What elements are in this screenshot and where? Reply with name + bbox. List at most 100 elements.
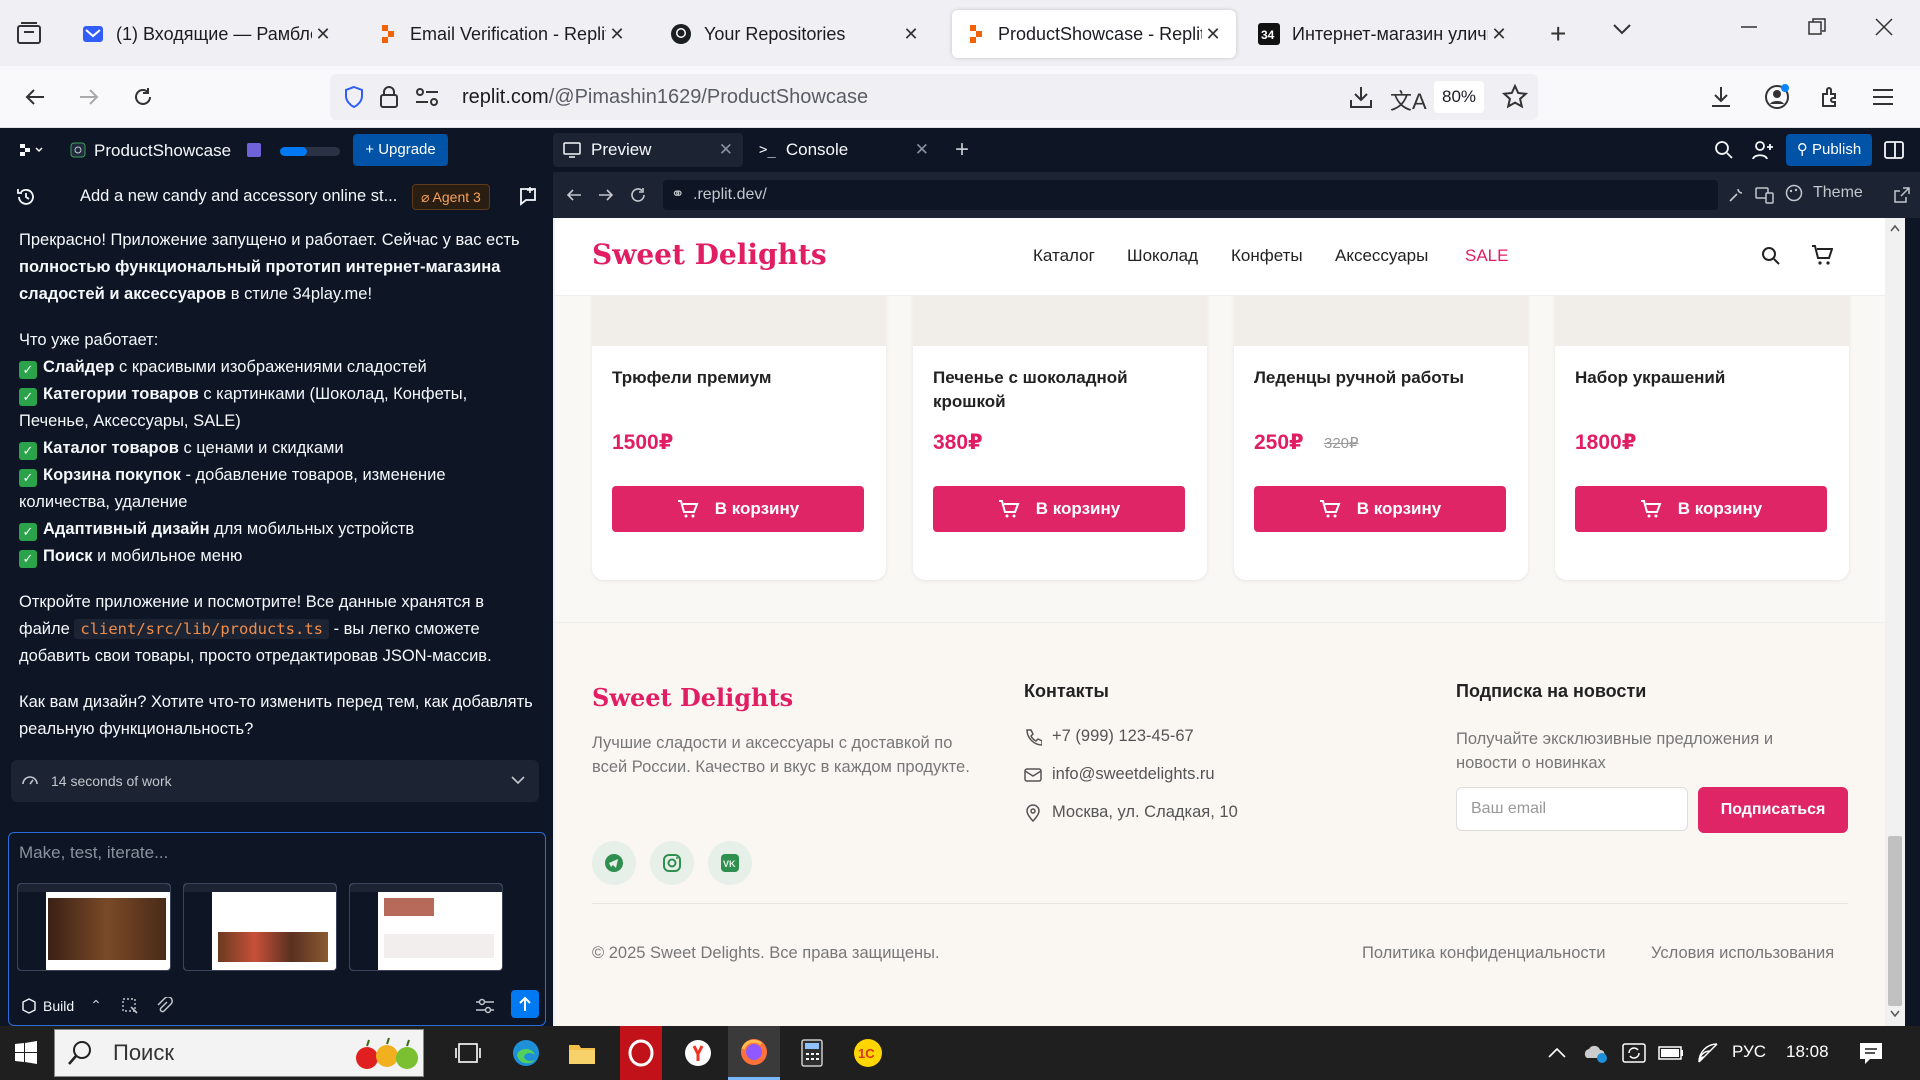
nav-chocolate[interactable]: Шоколад: [1127, 246, 1198, 266]
opera-icon[interactable]: [620, 1026, 662, 1080]
open-new-window-icon[interactable]: [1893, 186, 1911, 204]
close-tab-icon[interactable]: ✕: [719, 140, 733, 160]
notifications-icon[interactable]: [1858, 1040, 1884, 1066]
project-name[interactable]: ProductShowcase: [94, 141, 231, 161]
browser-tab-mail[interactable]: (1) Входящие — Рамблер/почта ✕: [70, 10, 346, 58]
restore-icon[interactable]: [1808, 18, 1826, 36]
product-card[interactable]: Трюфели премиум 1500₽ В корзину: [592, 256, 886, 580]
terms-link[interactable]: Условия использования: [1651, 941, 1834, 965]
bookmark-star-icon[interactable]: [1502, 84, 1528, 110]
firefox-icon[interactable]: [728, 1026, 780, 1080]
keyboard-language[interactable]: РУС: [1732, 1042, 1766, 1062]
tab-list-icon[interactable]: [14, 18, 44, 48]
back-icon[interactable]: [18, 80, 52, 114]
save-page-icon[interactable]: [1348, 84, 1374, 110]
address-bar[interactable]: replit.com/@Pimashin1629/ProductShowcase…: [330, 74, 1538, 120]
clock-time[interactable]: 18:08: [1786, 1042, 1829, 1062]
devices-icon[interactable]: [1755, 186, 1775, 204]
close-tab-icon[interactable]: ✕: [1488, 24, 1510, 45]
nav-catalog[interactable]: Каталог: [1033, 246, 1095, 266]
publish-button[interactable]: ⚲ Publish: [1786, 134, 1872, 166]
devtools-icon[interactable]: [1727, 186, 1745, 204]
cart-icon[interactable]: [1811, 244, 1833, 266]
reload-icon[interactable]: [126, 80, 160, 114]
browser-tab-productshowcase[interactable]: ProductShowcase - Replit ✕: [952, 10, 1236, 58]
windows-start-icon[interactable]: [14, 1041, 38, 1065]
nav-sale[interactable]: SALE: [1465, 246, 1508, 266]
add-tab-icon[interactable]: +: [955, 136, 969, 164]
forward-icon[interactable]: [72, 80, 106, 114]
send-button[interactable]: [511, 990, 539, 1018]
sync-icon[interactable]: [1622, 1042, 1646, 1064]
browser-tab-repositories[interactable]: Your Repositories ✕: [658, 10, 934, 58]
instagram-icon[interactable]: [650, 841, 694, 885]
nav-accessories[interactable]: Аксессуары: [1335, 246, 1428, 266]
close-tab-icon[interactable]: ✕: [606, 24, 628, 45]
close-tab-icon[interactable]: ✕: [312, 24, 334, 45]
contact-phone[interactable]: +7 (999) 123-45-67: [1024, 727, 1194, 746]
history-icon[interactable]: [16, 187, 36, 207]
footer-logo[interactable]: Sweet Delights: [592, 683, 793, 712]
product-card[interactable]: Леденцы ручной работы 250₽ 320₽ В корзин…: [1234, 256, 1528, 580]
layout-toggle-icon[interactable]: [1884, 140, 1904, 160]
product-card[interactable]: Печенье с шоколадной крошкой 380₽ В корз…: [913, 256, 1207, 580]
site-search-icon[interactable]: [1761, 246, 1781, 266]
add-to-cart-button[interactable]: В корзину: [612, 486, 864, 532]
close-tab-icon[interactable]: ✕: [900, 24, 922, 45]
attachment-thumbnail[interactable]: [349, 883, 503, 971]
browser-tab-email-verification[interactable]: Email Verification - Replit ✕: [364, 10, 640, 58]
new-tab-icon[interactable]: +: [1550, 18, 1566, 50]
attach-icon[interactable]: [155, 997, 173, 1015]
url-text[interactable]: replit.com/@Pimashin1629/ProductShowcase: [462, 86, 868, 109]
taskbar-search[interactable]: Поиск: [54, 1029, 424, 1077]
privacy-link[interactable]: Политика конфиденциальности: [1362, 941, 1605, 965]
search-icon[interactable]: [1714, 140, 1734, 160]
add-to-cart-button[interactable]: В корзину: [933, 486, 1185, 532]
preview-back-icon[interactable]: [565, 186, 583, 204]
zoom-level[interactable]: 80%: [1434, 81, 1484, 113]
account-icon[interactable]: [1760, 80, 1794, 114]
browser-tab-shop[interactable]: 34 Интернет-магазин уличных ✕: [1246, 10, 1522, 58]
onedrive-icon[interactable]: [1582, 1042, 1608, 1064]
composer-input[interactable]: Make, test, iterate...: [19, 843, 168, 863]
preview-reload-icon[interactable]: [629, 186, 647, 204]
attachment-thumbnail[interactable]: [17, 883, 171, 971]
add-to-cart-button[interactable]: В корзину: [1575, 486, 1827, 532]
attachment-thumbnail[interactable]: [183, 883, 337, 971]
chat-composer[interactable]: Make, test, iterate... Build ⌃: [8, 832, 546, 1026]
replit-logo-icon[interactable]: [18, 142, 44, 158]
work-summary[interactable]: 14 seconds of work: [11, 760, 539, 802]
product-card[interactable]: Набор украшений 1800₽ В корзину: [1555, 256, 1849, 580]
add-to-cart-button[interactable]: В корзину: [1254, 486, 1506, 532]
minimize-icon[interactable]: [1740, 18, 1758, 36]
yandex-browser-icon[interactable]: [680, 1035, 716, 1071]
preview-address-bar[interactable]: ⚭ .replit.dev/: [663, 180, 1718, 210]
close-window-icon[interactable]: [1875, 18, 1893, 36]
newsletter-email-input[interactable]: Ваш email: [1456, 787, 1688, 831]
1c-icon[interactable]: 1С: [850, 1035, 886, 1071]
close-tab-icon[interactable]: ✕: [915, 140, 929, 160]
downloads-icon[interactable]: [1704, 80, 1738, 114]
menu-icon[interactable]: [1866, 80, 1900, 114]
list-all-tabs-icon[interactable]: [1612, 22, 1632, 36]
file-explorer-icon[interactable]: [564, 1035, 600, 1071]
build-mode-select[interactable]: Build ⌃: [21, 997, 102, 1014]
nav-candy[interactable]: Конфеты: [1231, 246, 1303, 266]
task-title[interactable]: Add a new candy and accessory online st.…: [80, 187, 397, 206]
close-tab-icon[interactable]: ✕: [1202, 24, 1224, 45]
scrollbar-thumb[interactable]: [1888, 836, 1902, 1006]
wifi-icon[interactable]: [1696, 1042, 1720, 1064]
settings-sliders-icon[interactable]: [475, 997, 495, 1015]
chevron-down-icon[interactable]: [511, 775, 525, 785]
scroll-up-icon[interactable]: [1890, 224, 1900, 232]
preview-forward-icon[interactable]: [597, 186, 615, 204]
select-element-icon[interactable]: [121, 997, 139, 1015]
task-view-icon[interactable]: [450, 1035, 486, 1071]
edge-browser-icon[interactable]: [508, 1035, 544, 1071]
preview-scrollbar[interactable]: [1885, 218, 1905, 1026]
tracking-shield-icon[interactable]: [342, 85, 366, 109]
battery-icon[interactable]: [1658, 1044, 1684, 1062]
theme-button[interactable]: Theme: [1785, 184, 1863, 202]
translate-icon[interactable]: 文A: [1390, 84, 1427, 116]
tab-console[interactable]: >_ Console ✕: [749, 133, 939, 167]
